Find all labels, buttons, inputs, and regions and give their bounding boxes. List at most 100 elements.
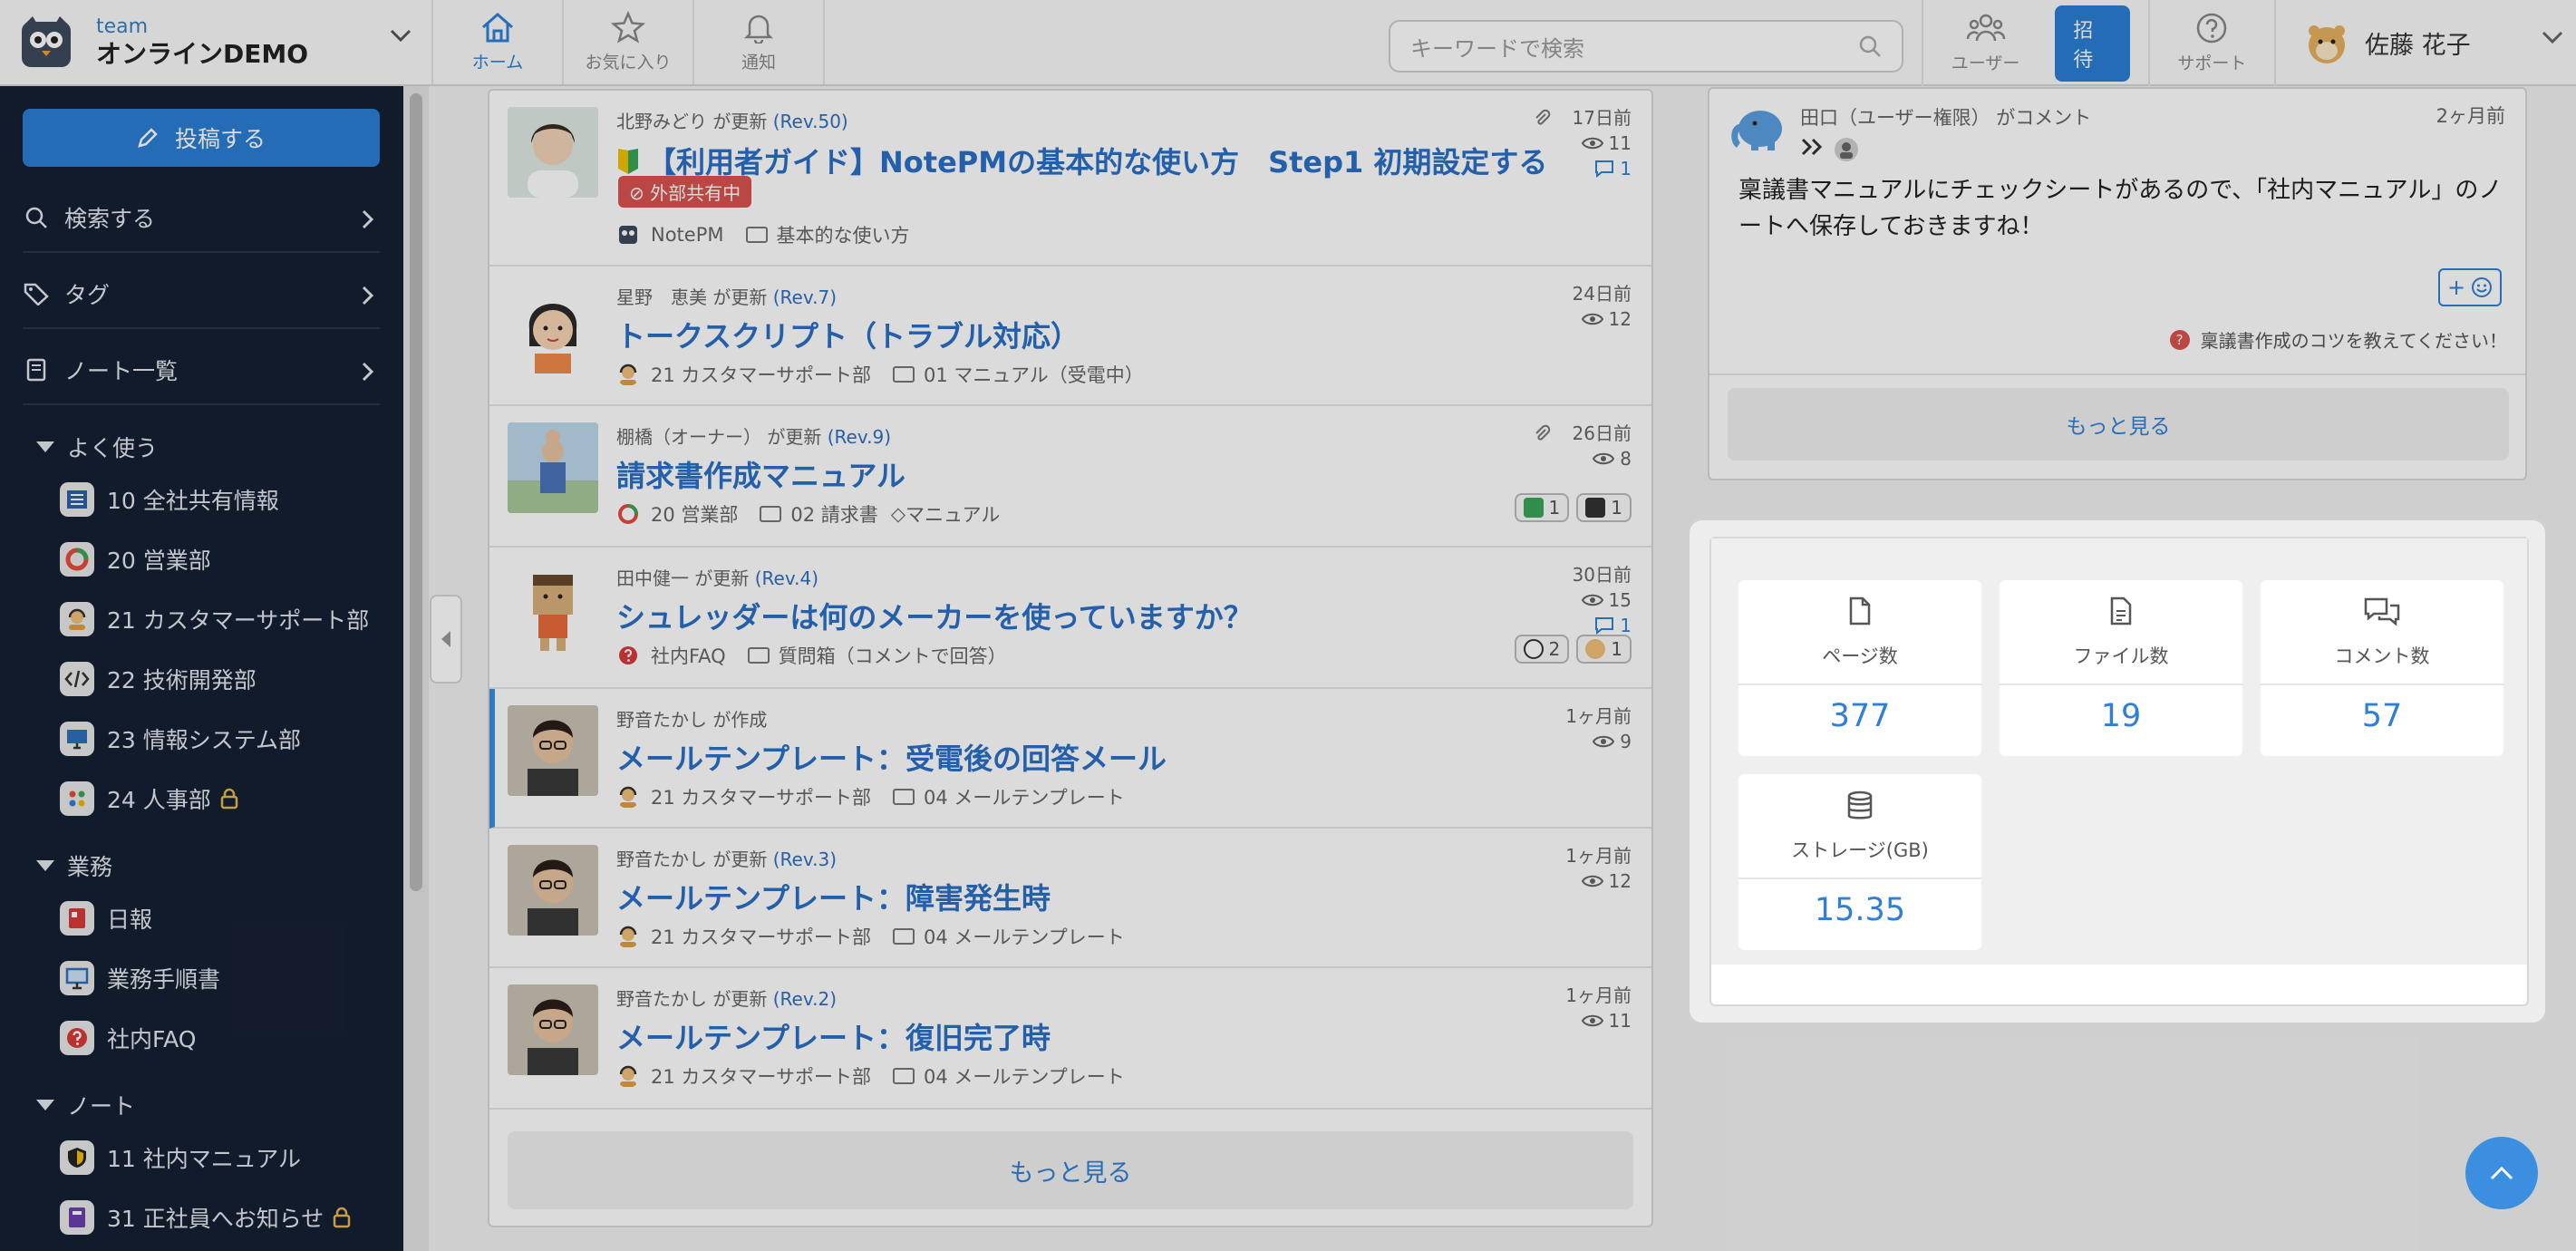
list-item[interactable]: 野音たかし が更新 (Rev.2) メールテンプレート：復旧完了時 21 カスタ… [489, 968, 1651, 1110]
tag-link[interactable]: マニュアル [905, 500, 1000, 528]
nav-users[interactable]: ユーザー [1922, 0, 2048, 86]
note-link[interactable]: 20 営業部 [651, 500, 738, 528]
sidebar-section-notes[interactable]: ノート [36, 1089, 135, 1121]
sidebar-item-20[interactable]: 20 営業部 [60, 534, 211, 585]
page-title[interactable]: トークスクリプト（トラブル対応） [616, 314, 1080, 355]
list-item[interactable]: 田中健一 が更新 (Rev.4) シュレッダーは何のメーカーを使っていますか？ … [489, 548, 1651, 689]
nav-support-label: サポート [2177, 53, 2247, 73]
comments-icon [2364, 597, 2400, 626]
revision: (Rev.2) [772, 988, 837, 1010]
folder-link[interactable]: 02 請求書 [790, 500, 877, 528]
stat-tile-storage[interactable]: ストレージ(GB) 15.35 [1738, 774, 1981, 950]
avatar [508, 283, 598, 373]
eye-icon [1581, 137, 1603, 150]
view-count: 11 [1608, 1010, 1632, 1032]
revision: (Rev.50) [772, 111, 848, 132]
sidebar-item-21[interactable]: 21 カスタマーサポート部 [60, 594, 369, 645]
nav-notifications[interactable]: 通知 [694, 0, 825, 84]
folder-link[interactable]: 04 メールテンプレート [924, 923, 1125, 950]
stats-grid: ページ数 377 ファイル数 19 コメント数 57 ストレージ(GB) 15.… [1711, 538, 2527, 965]
updated-by: 棚橋（オーナー） が更新 [616, 426, 822, 448]
feed-more-button[interactable]: もっと見る [508, 1131, 1633, 1209]
sidebar-notes-list[interactable]: ノート一覧 [23, 336, 380, 405]
post-button[interactable]: 投稿する [23, 109, 380, 167]
sidebar-item-22[interactable]: 22 技術開発部 [60, 654, 257, 704]
page-title[interactable]: メールテンプレート：復旧完了時 [616, 1015, 1051, 1057]
divider [1738, 878, 1981, 879]
note-link[interactable]: 21 カスタマーサポート部 [651, 1062, 871, 1090]
list-item[interactable]: 星野 恵美 が更新 (Rev.7) トークスクリプト（トラブル対応） 21 カス… [489, 267, 1651, 406]
note-link[interactable]: 21 カスタマーサポート部 [651, 361, 871, 388]
folder-link[interactable]: 04 メールテンプレート [924, 783, 1125, 810]
nav-favorites[interactable]: お気に入り [564, 0, 694, 84]
tag-icon [24, 283, 49, 305]
note-link[interactable]: 21 カスタマーサポート部 [651, 923, 871, 950]
stat-value: 57 [2361, 698, 2403, 734]
reaction-qr[interactable]: 1 [1576, 493, 1632, 522]
nav-support[interactable]: サポート [2147, 0, 2274, 86]
comment-page-link[interactable]: ? 稟議書作成のコツを教えてください！ [2169, 326, 2507, 353]
page-title-link[interactable]: 【利用者ガイド】NotePMの基本的な使い方 Step1 初期設定する [616, 140, 1547, 181]
stat-tile-comments[interactable]: コメント数 57 [2261, 580, 2503, 756]
sidebar-item-faq[interactable]: 社内FAQ [60, 1013, 196, 1063]
recent-comment-card: 田口（ユーザー権限） がコメント 2ヶ月前 稟議書マニュアルにチェックシートがあ… [1708, 87, 2527, 480]
note-link[interactable]: 社内FAQ [651, 642, 726, 669]
search-input[interactable]: キーワードで検索 [1389, 20, 1903, 73]
operator-icon [60, 602, 94, 636]
sidebar-item-daily-report[interactable]: 日報 [60, 893, 152, 944]
sidebar-section-work[interactable]: 業務 [36, 849, 112, 882]
scrollbar-thumb[interactable] [410, 93, 422, 891]
nav-home[interactable]: ホーム [433, 0, 564, 84]
sidebar-section-frequent[interactable]: よく使う [36, 431, 158, 463]
list-item[interactable]: 北野みどり が更新 (Rev.50) 【利用者ガイド】NotePMの基本的な使い… [489, 91, 1651, 267]
reaction-check[interactable]: 1 [1514, 493, 1570, 522]
reaction-ok[interactable]: 1 [1576, 635, 1632, 664]
paperclip-icon [1535, 424, 1550, 441]
caret-left-icon [441, 631, 450, 647]
page-title[interactable]: 請求書作成マニュアル [616, 453, 905, 495]
list-item[interactable]: 棚橋（オーナー） が更新 (Rev.9) 請求書作成マニュアル 20 営業部 0… [489, 406, 1651, 548]
page-title[interactable]: メールテンプレート：受電後の回答メール [616, 736, 1167, 778]
item-meta: 星野 恵美 が更新 (Rev.7) [616, 283, 837, 309]
stat-tile-files[interactable]: ファイル数 19 [2000, 580, 2242, 756]
sidebar-item-10[interactable]: 10 全社共有情報 [60, 474, 279, 525]
add-reaction-button[interactable]: + [2438, 268, 2502, 306]
note-link[interactable]: NotePM [651, 224, 724, 246]
page-title[interactable]: メールテンプレート：障害発生時 [616, 876, 1051, 917]
stat-label: コメント数 [2334, 645, 2430, 667]
sidebar-tags[interactable]: タグ [23, 260, 380, 329]
stat-tile-pages[interactable]: ページ数 377 [1738, 580, 1981, 756]
mention-avatar [1835, 138, 1858, 161]
note-link[interactable]: 21 カスタマーサポート部 [651, 783, 871, 810]
updated-by: 野音たかし が更新 [616, 849, 768, 870]
reaction-eyes[interactable]: 2 [1514, 635, 1570, 664]
invite-button[interactable]: 招待 [2055, 5, 2130, 82]
team-switcher[interactable]: team オンラインDEMO [0, 0, 433, 84]
sidebar-search-label: 検索する [64, 206, 156, 232]
list-item[interactable]: 野音たかし が作成 メールテンプレート：受電後の回答メール 21 カスタマーサポ… [489, 689, 1651, 829]
sidebar-item-24[interactable]: 24 人事部 [60, 773, 238, 824]
avatar [508, 984, 598, 1075]
user-menu[interactable]: 佐藤 花子 [2274, 0, 2576, 86]
folder-link[interactable]: 04 メールテンプレート [924, 1062, 1125, 1090]
list-item[interactable]: 野音たかし が更新 (Rev.3) メールテンプレート：障害発生時 21 カスタ… [489, 829, 1651, 968]
sidebar-scrollbar[interactable] [403, 86, 429, 1251]
sidebar-item-11[interactable]: 11 社内マニュアル [60, 1132, 301, 1183]
comments-more-button[interactable]: もっと見る [1728, 388, 2509, 461]
presentation-icon [60, 961, 94, 995]
post-button-label: 投稿する [174, 126, 266, 152]
breadcrumb: 21 カスタマーサポート部 01 マニュアル（受電中） [616, 361, 1144, 388]
folder-link[interactable]: 01 マニュアル（受電中） [924, 361, 1144, 388]
sidebar-item-23[interactable]: 23 情報システム部 [60, 713, 301, 764]
sidebar-item-procedures[interactable]: 業務手順書 [60, 953, 220, 1004]
ring-icon [618, 504, 638, 524]
folder-link[interactable]: 基本的な使い方 [777, 221, 910, 248]
sidebar-item-31[interactable]: 31 正社員へお知らせ [60, 1192, 351, 1243]
sidebar-search[interactable]: 検索する [23, 184, 380, 253]
sidebar-item-label: 11 社内マニュアル [107, 1146, 302, 1172]
page-title[interactable]: シュレッダーは何のメーカーを使っていますか？ [616, 595, 1253, 636]
scroll-to-top-button[interactable] [2465, 1137, 2538, 1209]
sidebar-collapse-button[interactable] [430, 595, 462, 684]
folder-link[interactable]: 質問箱（コメントで回答） [779, 642, 1007, 669]
time-ago: 24日前 [1572, 283, 1632, 305]
